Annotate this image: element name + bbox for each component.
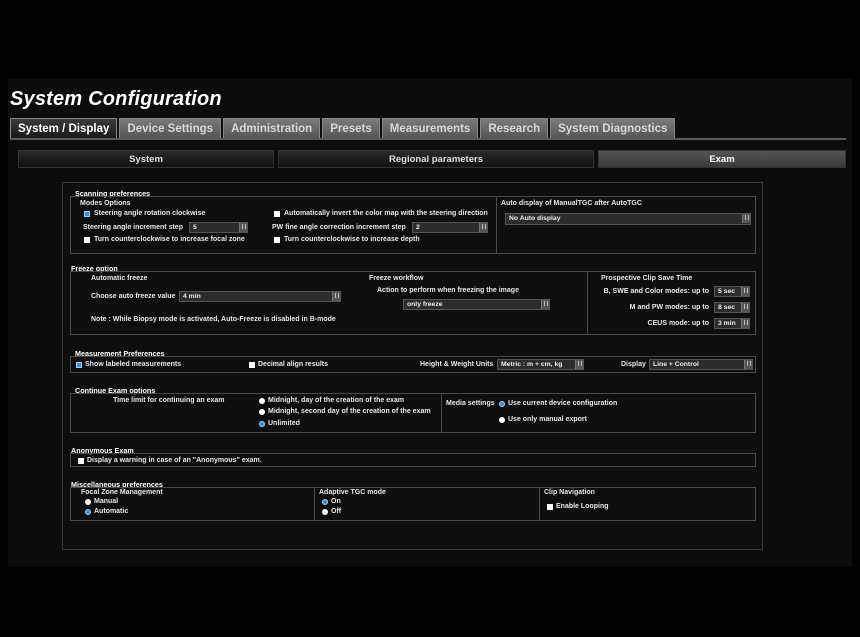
ccw-depth-label: Turn counterclockwise to increase depth <box>284 236 420 243</box>
clip-m-select[interactable]: 8 sec <box>714 302 750 313</box>
subtab-system[interactable]: System <box>18 150 274 168</box>
tab-measurements[interactable]: Measurements <box>381 118 479 138</box>
chevron-down-icon <box>239 223 247 232</box>
enable-looping-checkbox[interactable] <box>547 504 553 510</box>
display-label: Display <box>621 361 646 368</box>
enable-looping-label: Enable Looping <box>556 503 609 510</box>
units-select[interactable]: Metric : m + cm, kg <box>497 359 584 370</box>
chevron-down-icon <box>742 214 750 223</box>
tgc-off-label: Off <box>331 508 342 515</box>
show-labeled-checkbox[interactable] <box>76 362 82 368</box>
pw-fine-label: PW fine angle correction increment step <box>272 224 406 231</box>
freeze-divider <box>587 272 588 334</box>
auto-display-label: Auto display of ManualTGC after AutoTGC <box>501 200 642 207</box>
decimal-align-checkbox[interactable] <box>249 362 255 368</box>
media-opt2-label: Use only manual export <box>508 416 587 423</box>
tab-administration[interactable]: Administration <box>223 118 321 138</box>
freeze-workflow-label: Freeze workflow <box>369 275 424 282</box>
focal-radio-manual[interactable] <box>85 499 91 505</box>
media-radio-manual[interactable] <box>499 417 505 423</box>
time-limit-radio-second-day[interactable] <box>259 409 265 415</box>
units-label: Height & Weight Units <box>420 361 494 368</box>
misc-divider-2 <box>539 488 540 520</box>
focal-manual-label: Manual <box>94 498 119 505</box>
ccw-depth-checkbox[interactable] <box>274 237 280 243</box>
choose-freeze-label: Choose auto freeze value <box>91 293 176 300</box>
scanning-divider <box>496 197 497 253</box>
exam-settings-panel: Scanning preferences Modes Options Steer… <box>62 182 763 550</box>
time-limit-opt3-label: Unlimited <box>268 420 300 427</box>
tab-divider <box>10 138 846 140</box>
main-tabs: System / Display Device Settings Adminis… <box>10 118 676 138</box>
auto-freeze-select[interactable]: 4 min <box>179 291 341 302</box>
biopsy-note: Note : While Biopsy mode is activated, A… <box>91 316 336 323</box>
decimal-align-label: Decimal align results <box>258 361 329 368</box>
time-limit-radio-unlimited[interactable] <box>259 421 265 427</box>
focal-radio-automatic[interactable] <box>85 509 91 515</box>
clip-navigation-label: Clip Navigation <box>544 489 595 496</box>
media-opt1-label: Use current device configuration <box>508 400 618 407</box>
tab-system-display[interactable]: System / Display <box>10 118 118 138</box>
chevron-down-icon <box>741 303 749 312</box>
sub-tabs: System Regional parameters Exam <box>18 150 846 168</box>
tab-presets[interactable]: Presets <box>322 118 380 138</box>
freeze-action-label: Action to perform when freezing the imag… <box>377 287 519 294</box>
clip-b-select[interactable]: 5 sec <box>714 286 750 297</box>
show-labeled-label: Show labeled measurements <box>85 361 182 368</box>
ccw-focal-checkbox[interactable] <box>84 237 90 243</box>
auto-invert-checkbox[interactable] <box>274 211 280 217</box>
subtab-exam[interactable]: Exam <box>598 150 846 168</box>
steer-inc-label: Steering angle increment step <box>83 224 183 231</box>
continue-divider <box>441 394 442 432</box>
freeze-action-select[interactable]: only freeze <box>403 299 550 310</box>
auto-invert-label: Automatically invert the color map with … <box>284 210 488 217</box>
auto-freeze-label: Automatic freeze <box>91 275 148 282</box>
tab-system-diagnostics[interactable]: System Diagnostics <box>550 118 676 138</box>
display-select[interactable]: Line + Control <box>649 359 753 370</box>
chevron-down-icon <box>744 360 752 369</box>
chevron-down-icon <box>741 319 749 328</box>
chevron-down-icon <box>479 223 487 232</box>
focal-zone-label: Focal Zone Management <box>81 489 163 496</box>
clip-b-label: B, SWE and Color modes: up to <box>603 288 709 295</box>
adaptive-tgc-label: Adaptive TGC mode <box>319 489 386 496</box>
auto-display-select[interactable]: No Auto display <box>505 213 751 225</box>
time-limit-opt2-label: Midnight, second day of the creation of … <box>268 408 431 415</box>
time-limit-opt1-label: Midnight, day of the creation of the exa… <box>268 397 405 404</box>
clip-ceus-label: CEUS mode: up to <box>647 320 709 327</box>
chevron-down-icon <box>575 360 583 369</box>
time-limit-label: Time limit for continuing an exam <box>113 397 225 404</box>
chevron-down-icon <box>541 300 549 309</box>
time-limit-radio-midnight[interactable] <box>259 398 265 404</box>
media-radio-current[interactable] <box>499 401 505 407</box>
chevron-down-icon <box>741 287 749 296</box>
tgc-radio-on[interactable] <box>322 499 328 505</box>
page-title: System Configuration <box>10 88 222 110</box>
subtab-regional-parameters[interactable]: Regional parameters <box>278 150 594 168</box>
media-settings-label: Media settings <box>446 400 495 407</box>
steer-cw-label: Steering angle rotation clockwise <box>94 210 206 217</box>
ccw-focal-label: Turn counterclockwise to increase focal … <box>94 236 245 243</box>
tab-research[interactable]: Research <box>480 118 549 138</box>
misc-group <box>70 487 756 521</box>
tgc-on-label: On <box>331 498 341 505</box>
clip-save-label: Prospective Clip Save Time <box>601 275 693 282</box>
misc-divider-1 <box>314 488 315 520</box>
clip-m-label: M and PW modes: up to <box>629 304 709 311</box>
tgc-radio-off[interactable] <box>322 509 328 515</box>
tab-device-settings[interactable]: Device Settings <box>119 118 222 138</box>
pw-fine-select[interactable]: 2 <box>412 222 488 233</box>
steer-inc-select[interactable]: 5 <box>189 222 248 233</box>
chevron-down-icon <box>332 292 340 301</box>
modes-options-label: Modes Options <box>80 200 131 207</box>
clip-ceus-select[interactable]: 3 min <box>714 318 750 329</box>
anonymous-warning-label: Display a warning in case of an "Anonymo… <box>87 457 262 464</box>
steer-cw-checkbox[interactable] <box>84 211 90 217</box>
focal-auto-label: Automatic <box>94 508 129 515</box>
anonymous-warning-checkbox[interactable] <box>78 458 84 464</box>
